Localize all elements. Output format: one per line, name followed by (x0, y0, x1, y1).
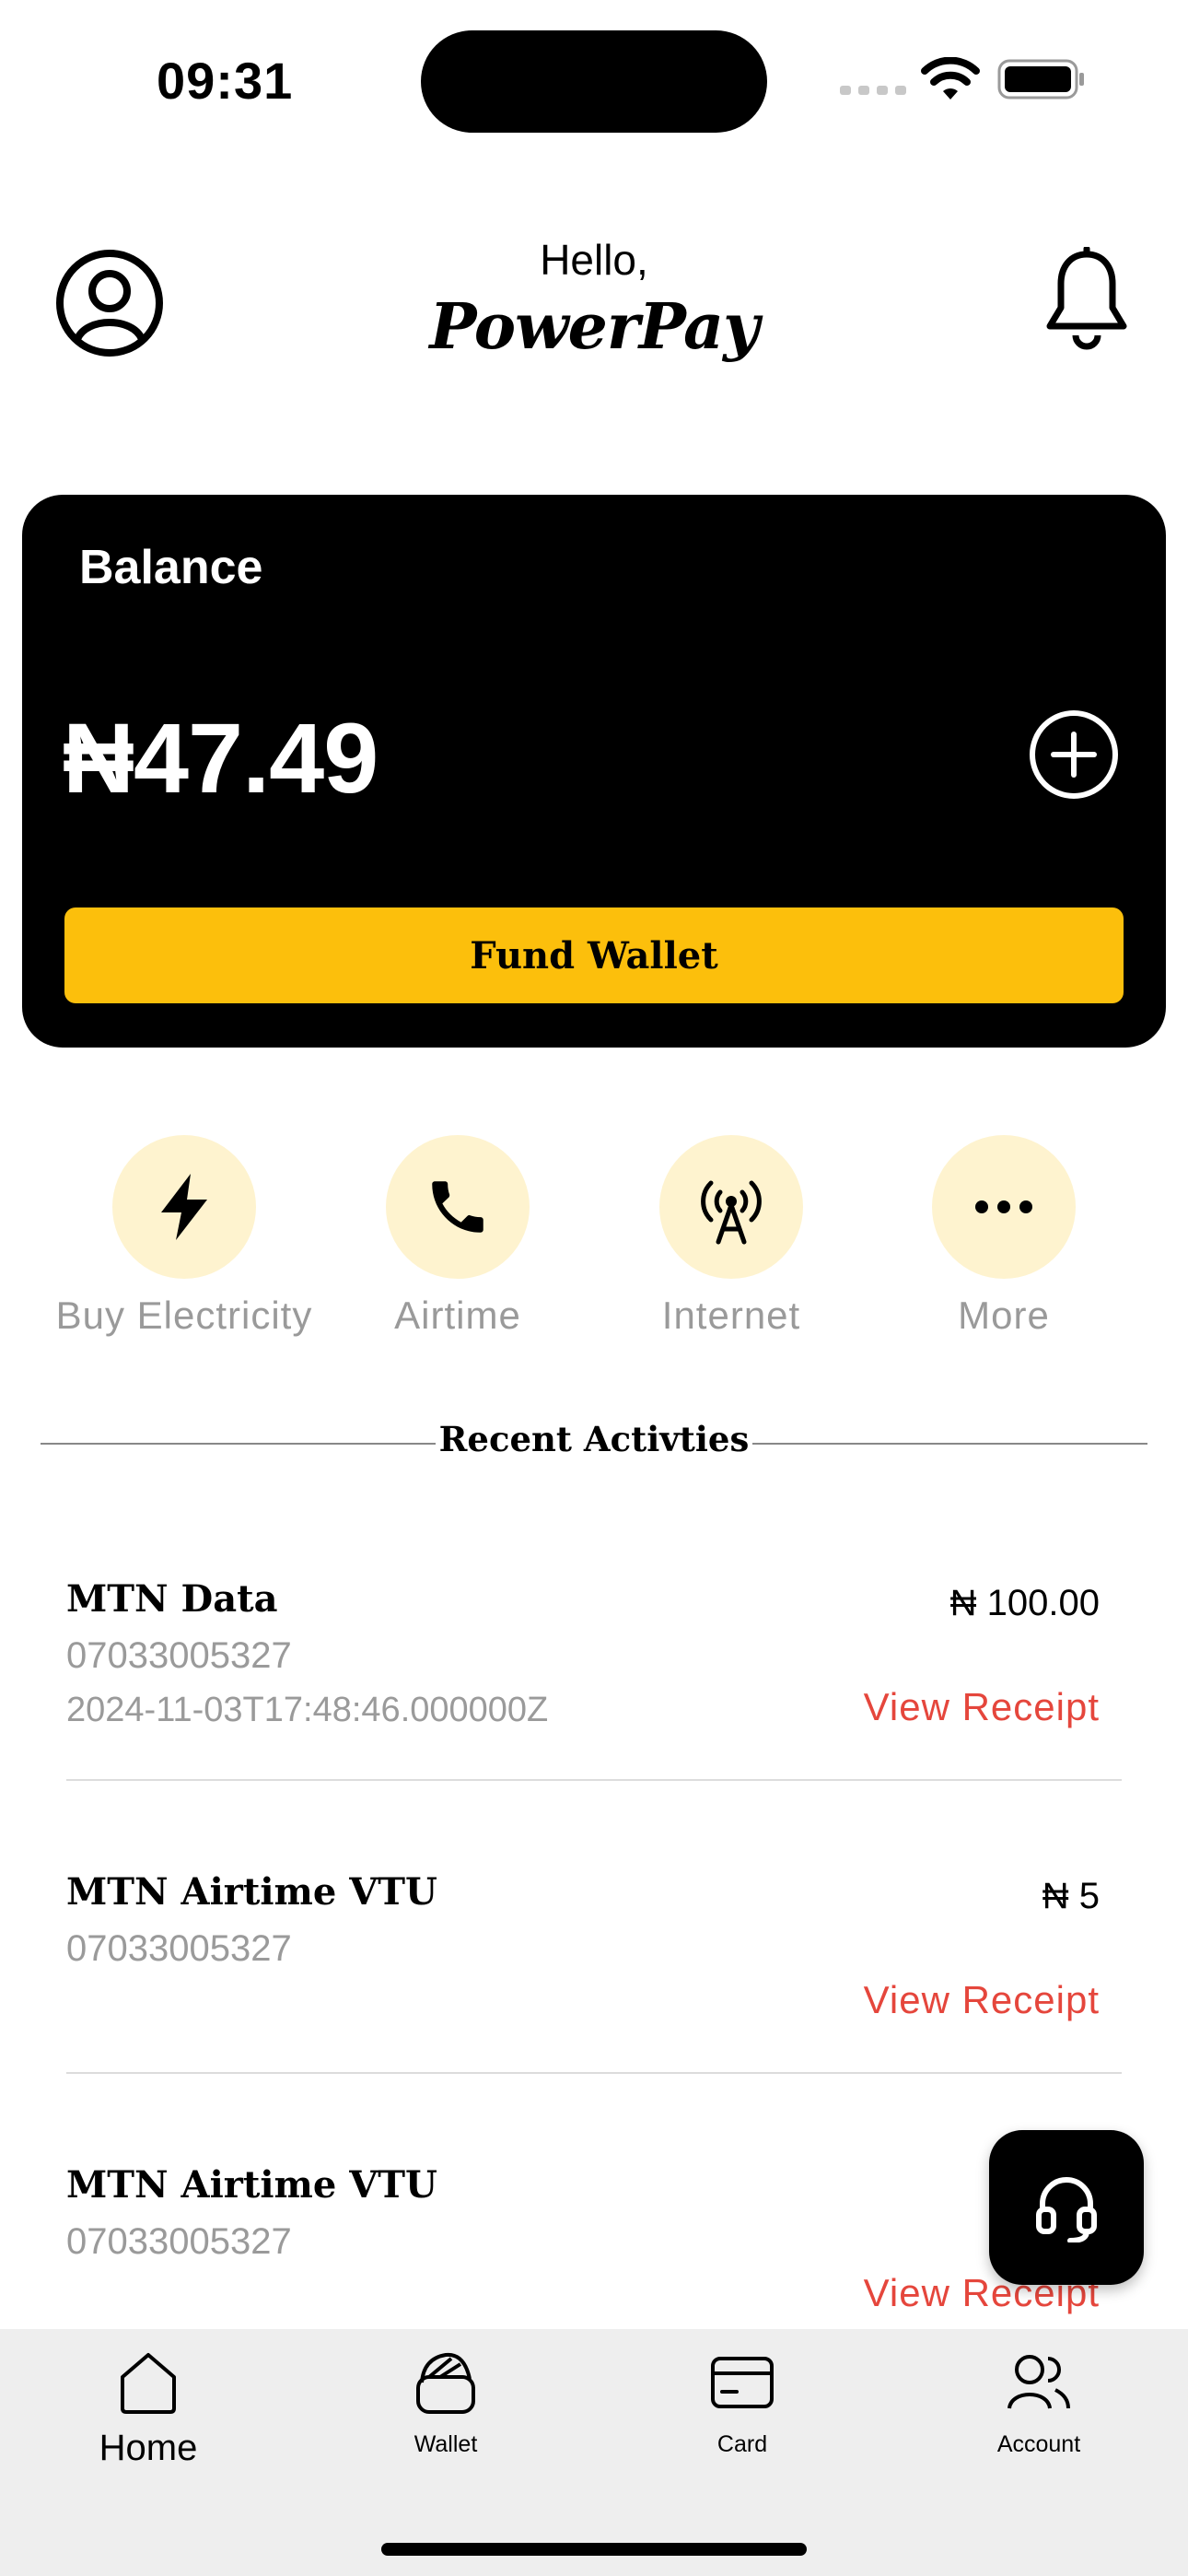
balance-label: Balance (79, 541, 263, 594)
nav-label: Wallet (413, 2431, 478, 2457)
battery-icon (997, 59, 1084, 100)
transaction-amount: ₦ 100.00 (949, 1583, 1100, 1623)
home-icon (121, 2353, 176, 2414)
status-time: 09:31 (157, 52, 294, 110)
quick-action-label: Internet (661, 1294, 801, 1337)
view-receipt-link[interactable]: View Receipt (864, 1685, 1100, 1729)
card-icon (711, 2357, 774, 2408)
quick-action-label: Airtime (394, 1294, 521, 1337)
quick-action-buy-electricity[interactable]: Buy Electricity (46, 1135, 322, 1338)
headset-icon (1036, 2177, 1097, 2242)
nav-label: Card (716, 2431, 768, 2457)
quick-action-airtime[interactable]: Airtime (320, 1135, 596, 1338)
transaction-phone: 07033005327 (66, 2221, 292, 2262)
add-funds-icon[interactable] (1029, 709, 1119, 800)
quick-action-internet[interactable]: Internet (593, 1135, 869, 1338)
support-button[interactable] (989, 2130, 1144, 2285)
brand-logo: PowerPay (429, 290, 759, 364)
transaction-phone: 07033005327 (66, 1635, 292, 1676)
transaction-title: MTN Airtime VTU (66, 2163, 437, 2207)
transaction-date: 2024-11-03T17:48:46.000000Z (66, 1691, 549, 1729)
account-icon (1007, 2355, 1070, 2409)
transaction-phone: 07033005327 (66, 1928, 292, 1969)
quick-action-label: Buy Electricity (55, 1294, 313, 1337)
nav-label: Home (99, 2428, 198, 2468)
nav-home[interactable]: Home (56, 2346, 240, 2469)
recent-activities-heading: Recent Activties (0, 1419, 1188, 1459)
signal-icon (840, 86, 906, 95)
balance-amount: ₦47.49 (63, 702, 379, 814)
transaction-title: MTN Airtime VTU (66, 1870, 437, 1914)
nav-account[interactable]: Account (947, 2346, 1131, 2458)
more-icon (975, 1200, 1032, 1213)
notification-bell-icon[interactable] (1042, 247, 1131, 354)
transaction-amount: ₦ 5 (1042, 1876, 1100, 1916)
greeting: Hello, (540, 236, 648, 284)
quick-action-label: More (958, 1294, 1050, 1337)
lightning-icon (161, 1174, 207, 1240)
quick-action-more[interactable]: More (866, 1135, 1142, 1338)
dynamic-island (421, 30, 767, 133)
transaction-title: MTN Data (66, 1577, 278, 1621)
list-divider (66, 1779, 1122, 1781)
phone-icon (432, 1181, 483, 1233)
nav-card[interactable]: Card (650, 2346, 834, 2458)
antenna-icon (701, 1180, 762, 1245)
list-divider (66, 2072, 1122, 2074)
home-indicator (381, 2543, 807, 2556)
fund-wallet-button[interactable]: Fund Wallet (64, 907, 1124, 1003)
nav-label: Account (996, 2431, 1081, 2457)
nav-wallet[interactable]: Wallet (354, 2346, 538, 2458)
wifi-icon (921, 57, 980, 100)
view-receipt-link[interactable]: View Receipt (864, 1978, 1100, 2022)
recent-activities-title: Recent Activties (435, 1419, 753, 1459)
wallet-icon (416, 2352, 475, 2414)
